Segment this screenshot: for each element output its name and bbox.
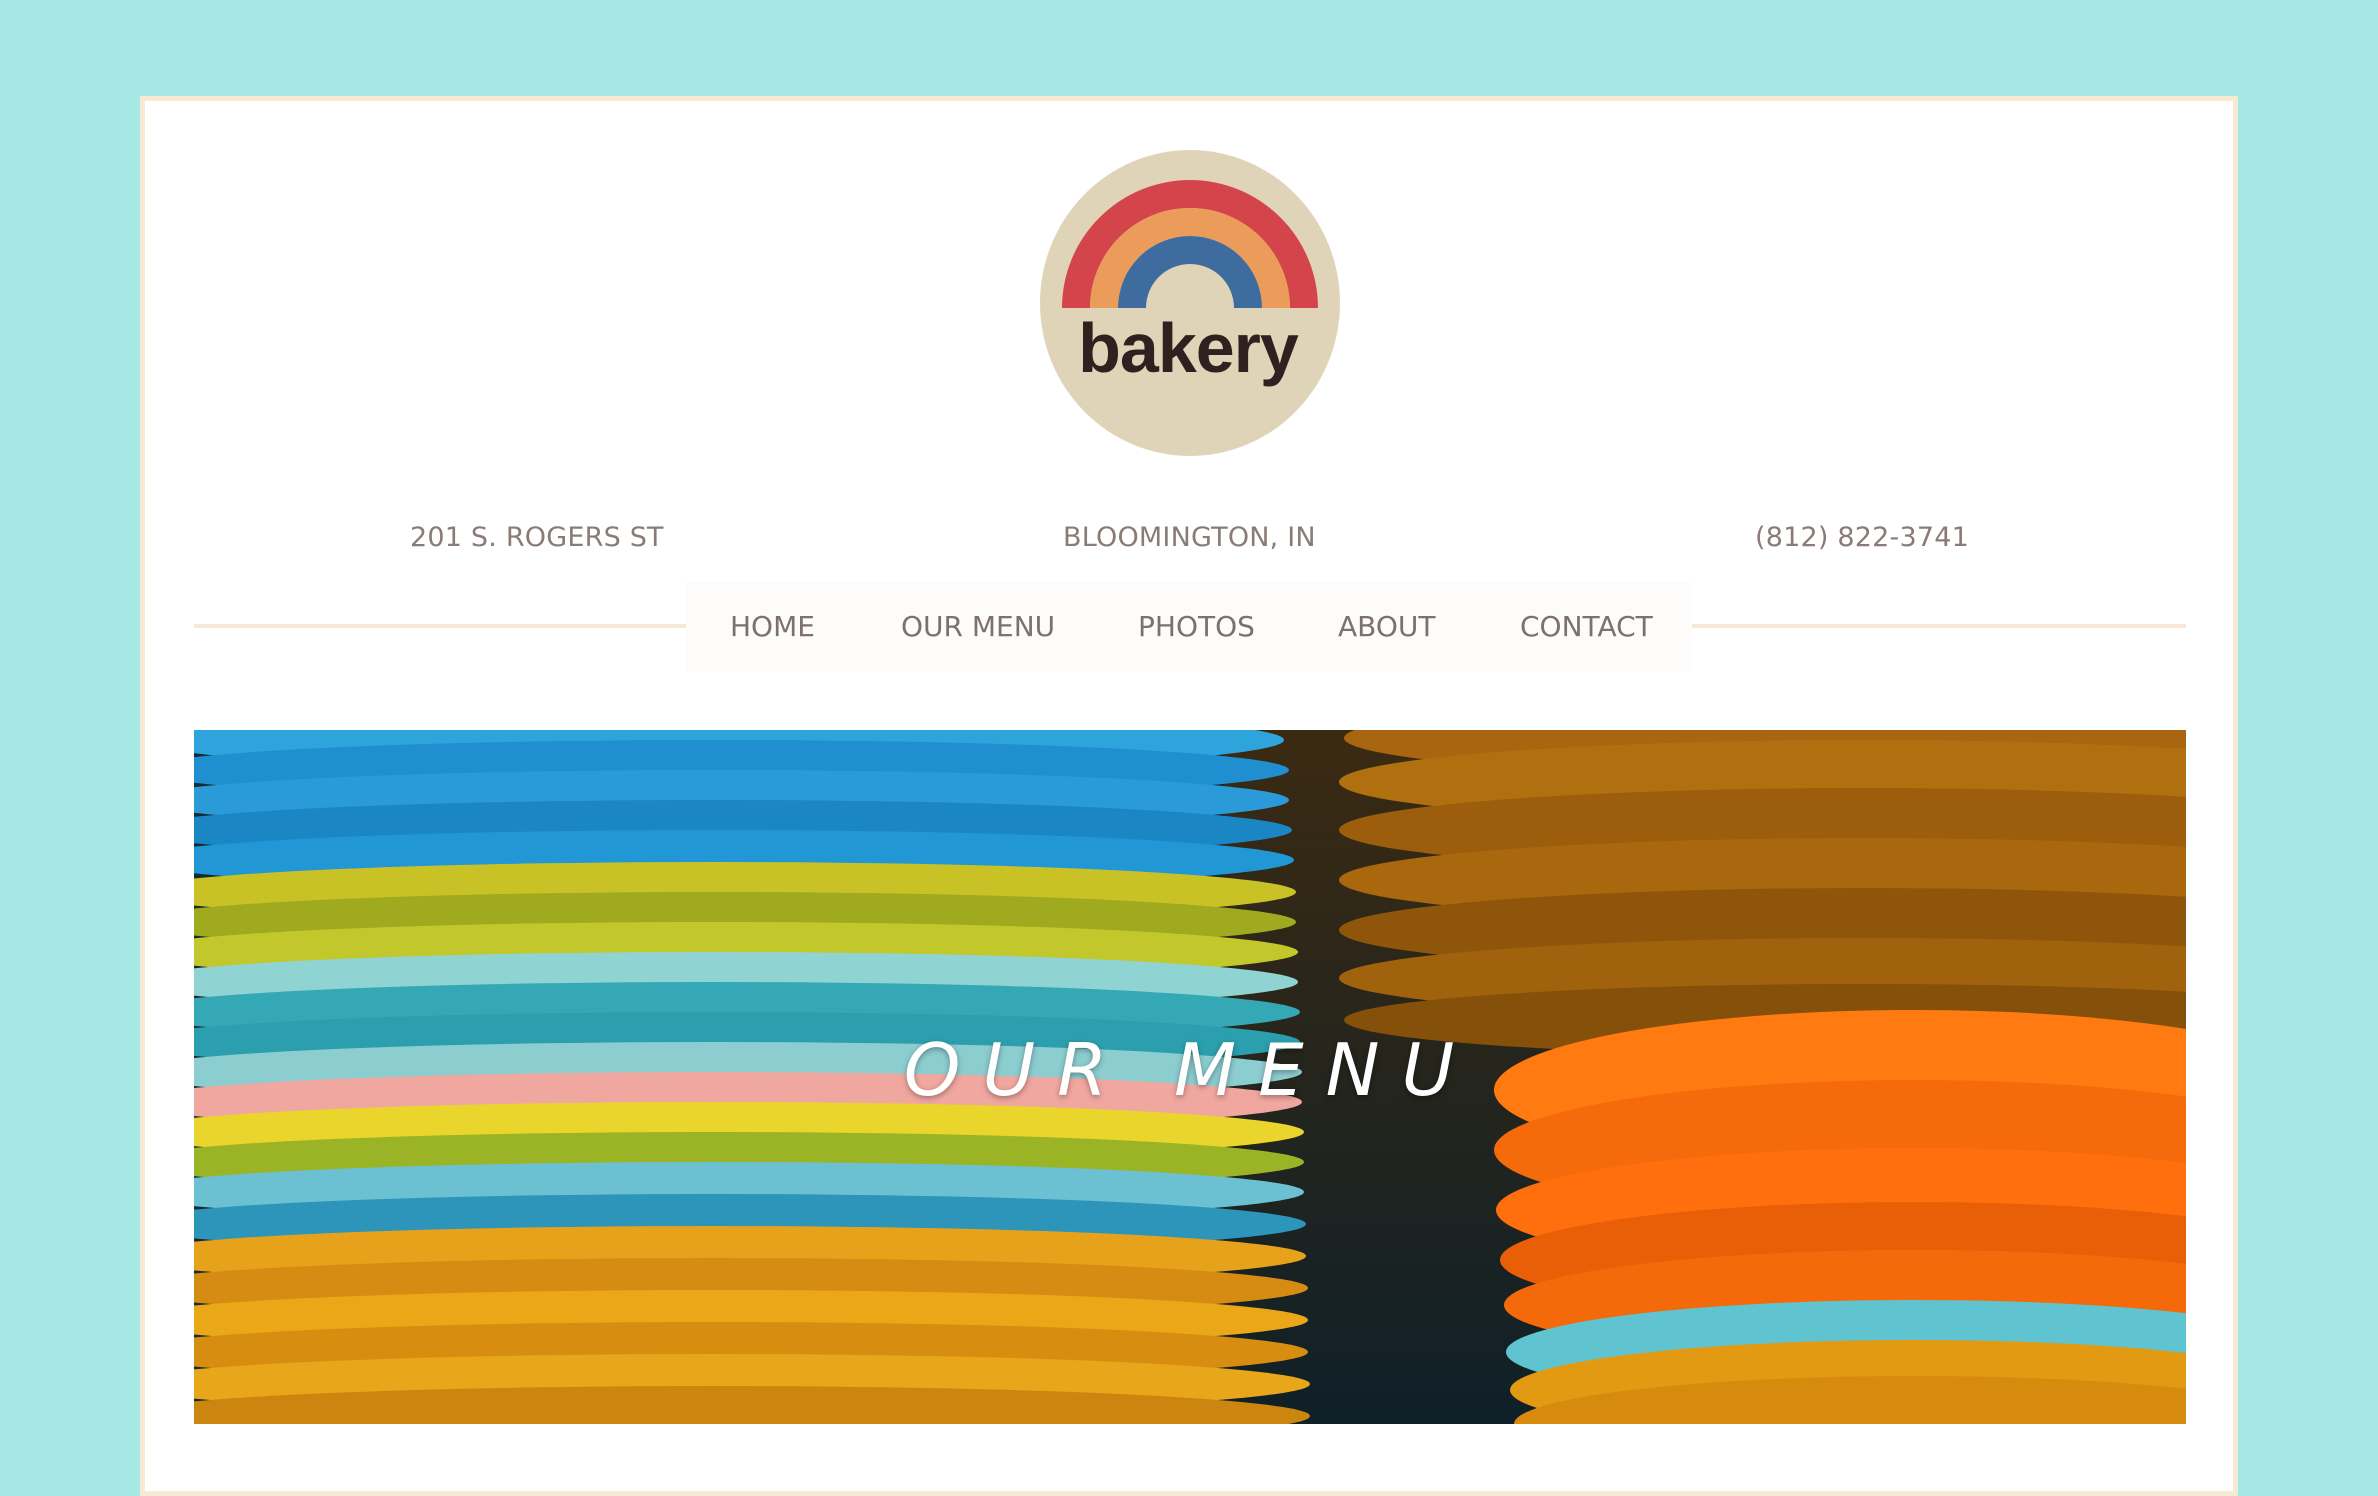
nav-item-contact[interactable]: CONTACT <box>1520 610 1653 643</box>
logo-text: bakery <box>1078 309 1299 387</box>
main-nav: HOME OUR MENU PHOTOS ABOUT CONTACT <box>686 582 1692 672</box>
nav-divider-left <box>194 624 686 628</box>
nav-item-our-menu[interactable]: OUR MENU <box>901 610 1055 643</box>
nav-item-about[interactable]: ABOUT <box>1338 610 1436 643</box>
rainbow-logo-icon: bakery <box>1040 150 1340 456</box>
hero-banner: OUR MENU <box>194 730 2186 1424</box>
address-text: 201 S. ROGERS ST <box>410 522 664 553</box>
nav-item-photos[interactable]: PHOTOS <box>1138 610 1255 643</box>
bakery-logo[interactable]: bakery <box>1040 150 1340 456</box>
nav-item-home[interactable]: HOME <box>730 610 815 643</box>
nav-divider-right <box>1692 624 2186 628</box>
hero-title: OUR MENU <box>903 1028 1477 1112</box>
city-text: BLOOMINGTON, IN <box>1063 522 1316 553</box>
phone-text: (812) 822-3741 <box>1755 522 1969 553</box>
